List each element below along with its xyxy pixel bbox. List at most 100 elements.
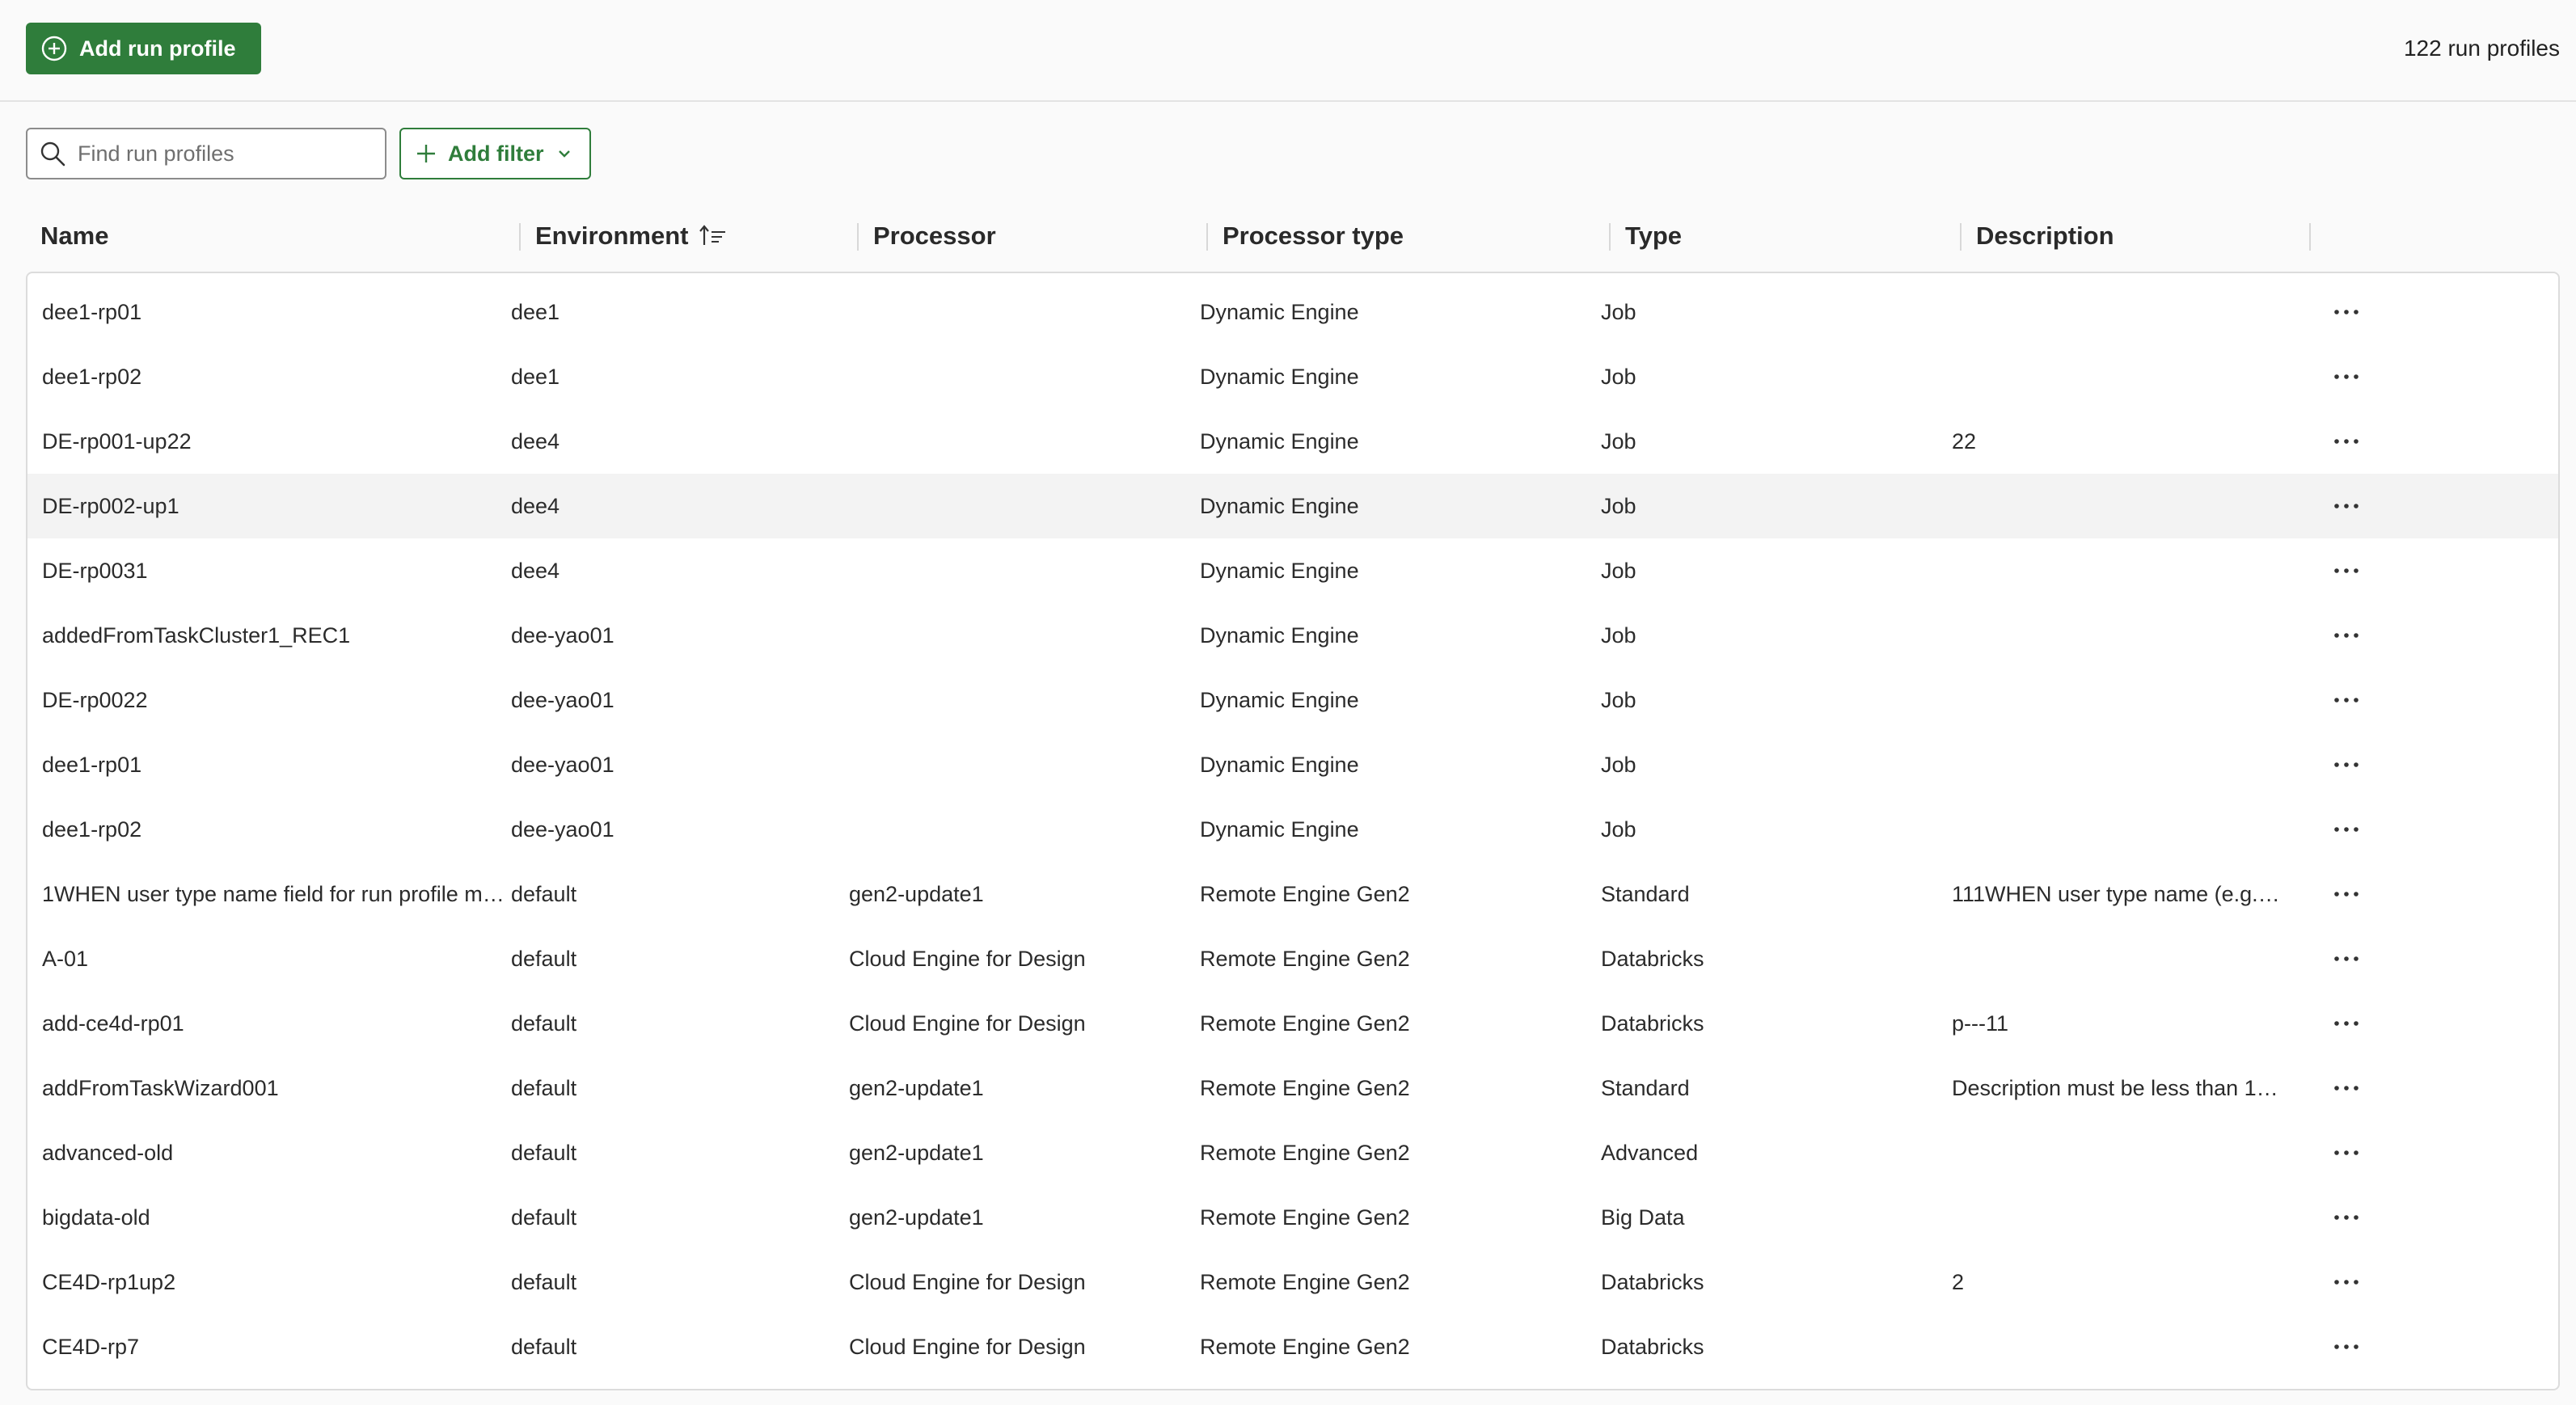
cell-environment: dee-yao01 (511, 603, 834, 668)
table-row[interactable]: 1WHEN user type name field for run profi… (27, 862, 2558, 926)
table-row[interactable]: dee1-rp02 dee-yao01 Dynamic Engine Job (27, 797, 2558, 862)
cell-environment-text: default (511, 881, 577, 906)
table-row[interactable]: dee1-rp01 dee1 Dynamic Engine Job (27, 280, 2558, 344)
cell-processor (849, 797, 1180, 862)
cell-processor-type: Remote Engine Gen2 (1200, 1185, 1588, 1250)
row-actions-button[interactable] (2324, 1072, 2369, 1104)
row-actions-button[interactable] (2324, 555, 2369, 587)
table-row[interactable]: CE4D-rp1up2 default Cloud Engine for Desig… (27, 1250, 2558, 1314)
table-row[interactable]: DE-rp0031 dee4 Dynamic Engine Job (27, 538, 2558, 603)
cell-processor-type: Dynamic Engine (1200, 409, 1588, 474)
cell-processor-type: Remote Engine Gen2 (1200, 1250, 1588, 1314)
cell-processor-type: Dynamic Engine (1200, 474, 1588, 538)
table-row[interactable]: dee1-rp02 dee1 Dynamic Engine Job (27, 344, 2558, 409)
column-header-name[interactable]: Name (26, 209, 519, 264)
cell-processor-text: gen2-update1 (849, 1205, 984, 1230)
cell-processor-text: gen2-update1 (849, 1075, 984, 1100)
cell-description (1952, 603, 2283, 668)
column-header-type[interactable]: Type (1611, 209, 1962, 264)
more-horizontal-icon (2334, 827, 2359, 832)
column-header-description[interactable]: Description (1962, 209, 2311, 264)
search-input[interactable] (78, 141, 369, 167)
cell-description: 111WHEN user type name (e.g. t… (1952, 862, 2283, 926)
table-body: dee1-rp01 dee1 Dynamic Engine Job dee1-rp02 d… (26, 272, 2560, 1390)
cell-processor-text: Cloud Engine for Design (849, 1334, 1086, 1359)
more-horizontal-icon (2334, 310, 2359, 314)
row-actions-button[interactable] (2324, 296, 2369, 328)
cell-name: DE-rp0031 (42, 538, 507, 603)
table-row[interactable]: advanced-old default gen2-update1 Remote En… (27, 1120, 2558, 1185)
cell-processor: gen2-update1 (849, 1056, 1180, 1120)
row-actions-button[interactable] (2324, 425, 2369, 458)
table-row[interactable]: DE-rp0022 dee-yao01 Dynamic Engine Job (27, 668, 2558, 732)
chevron-down-icon (558, 150, 570, 158)
cell-processor-type-text: Remote Engine Gen2 (1200, 881, 1410, 906)
column-header-label: Environment (535, 222, 689, 250)
cell-environment: default (511, 1185, 834, 1250)
cell-environment: dee4 (511, 474, 834, 538)
add-run-profile-button[interactable]: Add run profile (26, 23, 262, 74)
cell-environment: dee-yao01 (511, 668, 834, 732)
cell-type-text: Standard (1601, 1075, 1690, 1100)
table-row[interactable]: DE-rp002-up1 dee4 Dynamic Engine Job (27, 474, 2558, 538)
add-filter-button[interactable]: Add filter (399, 128, 591, 179)
table-row[interactable]: addedFromTaskCluster1_REC1 dee-yao01 Dynam… (27, 603, 2558, 668)
cell-processor-type-text: Remote Engine Gen2 (1200, 1334, 1410, 1359)
more-horizontal-icon (2334, 633, 2359, 638)
cell-processor-type: Dynamic Engine (1200, 538, 1588, 603)
cell-type-text: Standard (1601, 881, 1690, 906)
cell-environment-text: dee4 (511, 428, 560, 454)
row-actions-button[interactable] (2324, 1201, 2369, 1234)
row-actions-button[interactable] (2324, 749, 2369, 781)
cell-processor-type-text: Remote Engine Gen2 (1200, 1011, 1410, 1036)
row-actions-button[interactable] (2324, 619, 2369, 652)
row-actions-button[interactable] (2324, 361, 2369, 393)
cell-processor: gen2-update1 (849, 1120, 1180, 1185)
table-row[interactable]: A-01 default Cloud Engine for Design Remote… (27, 926, 2558, 991)
cell-processor: Cloud Engine for Design (849, 1250, 1180, 1314)
table-row[interactable]: dee1-rp01 dee-yao01 Dynamic Engine Job (27, 732, 2558, 797)
table-row[interactable]: addFromTaskWizard001 default gen2-update1 R… (27, 1056, 2558, 1120)
column-header-environment[interactable]: Environment (521, 209, 859, 264)
table-row[interactable]: DE-rp001-up22 dee4 Dynamic Engine Job 22 (27, 409, 2558, 474)
row-actions-button[interactable] (2324, 813, 2369, 846)
cell-environment: default (511, 1056, 834, 1120)
column-header-processor-type[interactable]: Processor type (1208, 209, 1611, 264)
column-header-processor[interactable]: Processor (859, 209, 1208, 264)
cell-type: Advanced (1601, 1120, 1940, 1185)
cell-processor-type-text: Dynamic Engine (1200, 687, 1359, 712)
cell-type-text: Databricks (1601, 1011, 1704, 1036)
cell-description (1952, 1185, 2283, 1250)
cell-description (1952, 732, 2283, 797)
table-row[interactable]: add-ce4d-rp01 default Cloud Engine for Des… (27, 991, 2558, 1056)
table-row[interactable]: bigdata-old default gen2-update1 Remote Eng… (27, 1185, 2558, 1250)
cell-description: 22 (1952, 409, 2283, 474)
more-horizontal-icon (2334, 1086, 2359, 1091)
row-actions-button[interactable] (2324, 943, 2369, 975)
search-box[interactable] (26, 128, 386, 179)
row-actions-button[interactable] (2324, 1007, 2369, 1040)
cell-processor-type: Remote Engine Gen2 (1200, 1314, 1588, 1379)
row-actions-button[interactable] (2324, 1331, 2369, 1363)
cell-name-text: DE-rp0022 (42, 687, 148, 712)
row-actions-button[interactable] (2324, 1266, 2369, 1298)
search-icon (40, 141, 65, 167)
cell-processor-text: Cloud Engine for Design (849, 1269, 1086, 1294)
table-row[interactable]: CE4D-rp7 default Cloud Engine for Design Re… (27, 1314, 2558, 1379)
cell-environment: default (511, 1314, 834, 1379)
cell-environment: default (511, 991, 834, 1056)
row-actions-button[interactable] (2324, 490, 2369, 522)
sort-ascending-icon[interactable] (699, 224, 727, 248)
cell-name: dee1-rp01 (42, 732, 507, 797)
add-run-profile-label: Add run profile (79, 36, 236, 61)
cell-environment: dee4 (511, 538, 834, 603)
cell-processor-type-text: Dynamic Engine (1200, 752, 1359, 777)
row-actions-button[interactable] (2324, 878, 2369, 910)
cell-name: CE4D-rp1up2 (42, 1250, 507, 1314)
cell-type: Job (1601, 344, 1940, 409)
row-actions-button[interactable] (2324, 684, 2369, 716)
cell-processor-type: Dynamic Engine (1200, 280, 1588, 344)
row-actions-button[interactable] (2324, 1137, 2369, 1169)
column-divider[interactable] (2309, 223, 2311, 251)
cell-environment-text: default (511, 946, 577, 971)
